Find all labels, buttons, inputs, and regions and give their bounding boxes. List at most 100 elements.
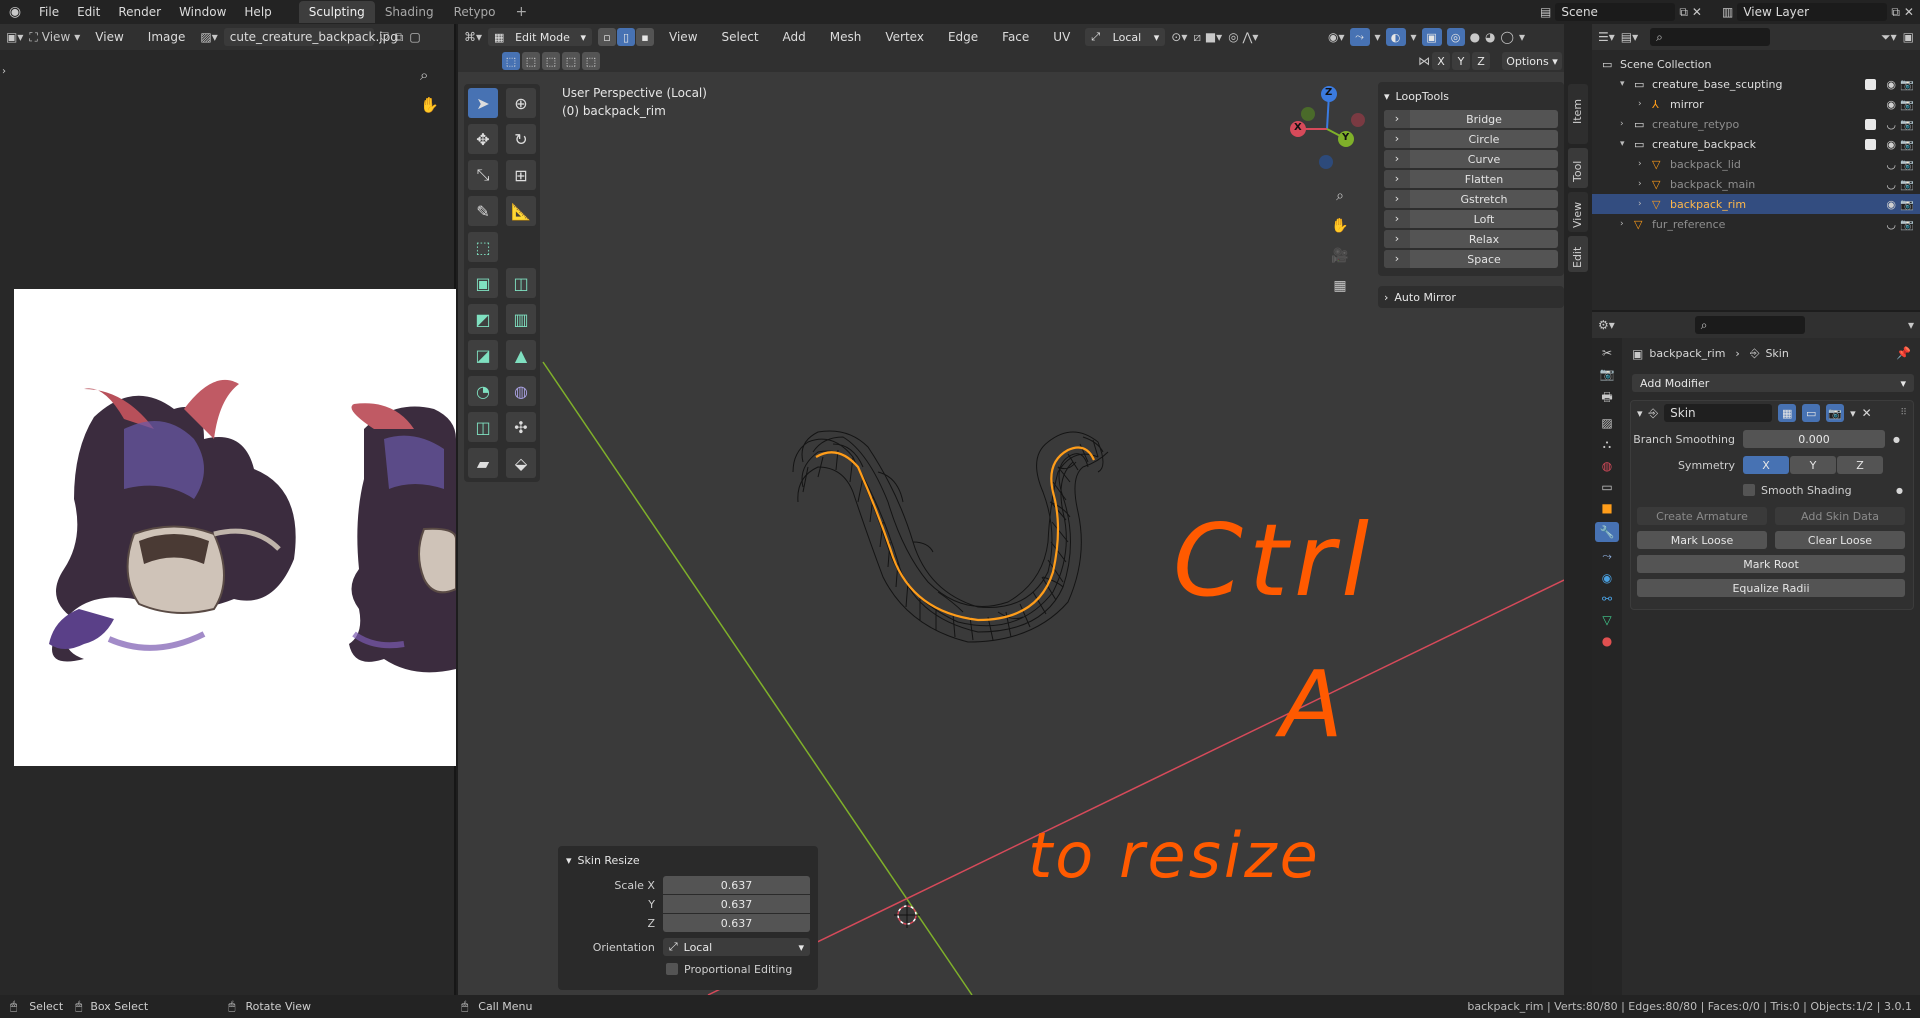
outliner-search-input[interactable]: ⌕ — [1650, 28, 1771, 46]
render-tab-icon[interactable]: 📷 — [1600, 367, 1615, 381]
pivot-point-icon[interactable]: ⊙▾ — [1171, 30, 1187, 44]
clear-loose-button[interactable]: Clear Loose — [1775, 531, 1905, 549]
skin-resize-header[interactable]: ▾ Skin Resize — [566, 852, 810, 868]
pin-icon[interactable]: 📌 — [1896, 346, 1911, 360]
world-tab-icon[interactable]: ◍ — [1602, 459, 1612, 473]
close-view-layer-icon[interactable]: ✕ — [1904, 5, 1914, 19]
view-layer-field[interactable]: View Layer — [1737, 3, 1888, 21]
select-extend-icon[interactable]: ⬚ — [522, 52, 540, 70]
hidden-eye-icon[interactable]: ◡ — [1886, 178, 1896, 191]
data-tab-icon[interactable]: ▽ — [1602, 613, 1611, 627]
edge-select-icon[interactable]: ▯ — [617, 28, 636, 46]
scale-z-field[interactable]: 0.637 — [662, 914, 810, 932]
measure-tool-icon[interactable]: 📐 — [506, 196, 536, 226]
looptools-loft[interactable]: › Loft — [1384, 210, 1558, 228]
inset-tool-icon[interactable]: ◫ — [506, 268, 536, 298]
outliner-item-creature-backpack[interactable]: ▾ ▭ creature_backpack ◉ 📷 — [1592, 134, 1920, 154]
fake-user-shield-icon[interactable]: ⛉ — [380, 30, 389, 45]
tab-retypo[interactable]: Retypo — [444, 1, 506, 23]
orientation-dropdown[interactable]: ⤢ Local ▾ — [662, 938, 810, 956]
display-mode-icon[interactable]: ▤▾ — [1621, 30, 1638, 44]
camera-icon[interactable]: 📷 — [1900, 118, 1914, 131]
edge-slide-tool-icon[interactable]: ◫ — [468, 412, 498, 442]
menu-edit[interactable]: Edit — [68, 5, 109, 19]
extrude-tool-icon[interactable]: ▣ — [468, 268, 498, 298]
visibility-icon[interactable]: ◉▾ — [1328, 30, 1345, 44]
collapse-arrow-icon[interactable]: › — [2, 66, 6, 77]
mark-loose-button[interactable]: Mark Loose — [1637, 531, 1767, 549]
new-image-icon[interactable]: ▢ — [409, 30, 420, 44]
knife-tool-icon[interactable]: ◪ — [468, 340, 498, 370]
outliner-item-backpack-lid[interactable]: › ▽ backpack_lid ◡ 📷 — [1592, 154, 1920, 174]
equalize-radii-button[interactable]: Equalize Radii — [1637, 579, 1905, 597]
mirror-y-button[interactable]: Y — [1452, 52, 1470, 70]
view-layer-tab-icon[interactable]: ▨ — [1601, 416, 1612, 430]
select-invert-icon[interactable]: ⬚ — [562, 52, 580, 70]
filter-icon[interactable]: ⏷▾ — [1881, 30, 1897, 45]
image-name-field[interactable]: cute_creature_backpack.jpg — [223, 28, 398, 46]
mirror-z-button[interactable]: Z — [1472, 52, 1490, 70]
zoom-view-icon[interactable]: ⌕ — [1328, 184, 1352, 208]
hidden-eye-icon[interactable]: ◡ — [1886, 158, 1896, 171]
close-scene-icon[interactable]: ✕ — [1692, 5, 1702, 19]
add-workspace-button[interactable]: + — [506, 0, 538, 24]
eye-icon[interactable]: ◉ — [1886, 198, 1896, 211]
eye-icon[interactable]: ◉ — [1886, 78, 1896, 91]
scale-y-field[interactable]: 0.637 — [662, 895, 810, 913]
image-menu-view[interactable]: View — [86, 30, 132, 44]
exclude-checkbox[interactable] — [1865, 138, 1876, 150]
tab-sculpting[interactable]: Sculpting — [298, 1, 375, 23]
transform-orientation-dropdown[interactable]: ⤢ Local ▾ — [1085, 28, 1166, 46]
collection-tab-icon[interactable]: ▭ — [1601, 480, 1612, 494]
scene-tab-icon[interactable]: ⛬ — [1603, 437, 1611, 452]
hidden-eye-icon[interactable]: ◡ — [1886, 218, 1896, 231]
mode-dropdown[interactable]: ▦ Edit Mode ▾ — [488, 28, 593, 46]
menu-help[interactable]: Help — [235, 5, 280, 19]
vp-menu-edge[interactable]: Edge — [939, 30, 987, 44]
disclosure-triangle-icon[interactable]: › — [1638, 99, 1652, 109]
image-menu-image[interactable]: Image — [139, 30, 195, 44]
constraints-tab-icon[interactable]: ⚯ — [1602, 592, 1612, 606]
view-layer-icon[interactable]: ▥ — [1722, 5, 1733, 19]
spin-tool-icon[interactable]: ◔ — [468, 376, 498, 406]
copy-scene-icon[interactable]: ⧉ — [1679, 5, 1688, 20]
select-intersect-icon[interactable]: ⬚ — [582, 52, 600, 70]
vp-menu-vertex[interactable]: Vertex — [876, 30, 933, 44]
overlay-toggle-icon[interactable]: ◐ — [1385, 28, 1406, 46]
blender-logo-icon[interactable]: ◉ — [0, 4, 30, 20]
disclosure-triangle-icon[interactable]: › — [1620, 119, 1634, 129]
mark-root-button[interactable]: Mark Root — [1637, 555, 1905, 573]
exclude-checkbox[interactable] — [1865, 118, 1876, 130]
select-subtract-icon[interactable]: ⬚ — [542, 52, 560, 70]
outliner-item-creature-retypo[interactable]: › ▭ creature_retypo ◡ 📷 — [1592, 114, 1920, 134]
outliner-item-backpack-main[interactable]: › ▽ backpack_main ◡ 📷 — [1592, 174, 1920, 194]
gizmo-toggle-icon[interactable]: ⤳ — [1349, 28, 1370, 46]
smooth-tool-icon[interactable]: ◍ — [506, 376, 536, 406]
camera-view-icon[interactable]: 🎥 — [1328, 244, 1352, 268]
camera-icon[interactable]: 📷 — [1900, 98, 1914, 111]
disclosure-triangle-icon[interactable]: ▾ — [1620, 79, 1634, 89]
looptools-circle[interactable]: › Circle — [1384, 130, 1558, 148]
shading-dropdown-icon[interactable]: ▾ — [1519, 30, 1525, 44]
transform-tool-icon[interactable]: ⊞ — [506, 160, 536, 190]
options-dropdown[interactable]: Options ▾ — [1502, 52, 1562, 70]
wireframe-shading-icon[interactable]: ◎ — [1446, 28, 1465, 46]
outliner-item-Scene Collection[interactable]: ▭ Scene Collection — [1592, 54, 1920, 74]
tab-shading[interactable]: Shading — [375, 1, 444, 23]
select-new-icon[interactable]: ⬚ — [502, 52, 520, 70]
symmetry-z-button[interactable]: Z — [1837, 456, 1883, 474]
proportional-edit-icon[interactable]: ◎ ⋀▾ — [1228, 30, 1258, 44]
ortho-grid-icon[interactable]: ▦ — [1328, 274, 1352, 298]
rendered-shading-icon[interactable]: ◯ — [1501, 30, 1514, 44]
vp-menu-add[interactable]: Add — [774, 30, 815, 44]
tab-view[interactable]: View — [1568, 192, 1588, 232]
eye-icon[interactable]: ◉ — [1886, 98, 1896, 111]
symmetry-x-button[interactable]: X — [1743, 456, 1789, 474]
mirror-x-button[interactable]: X — [1432, 52, 1450, 70]
material-shading-icon[interactable]: ◕ — [1485, 30, 1495, 44]
menu-file[interactable]: File — [30, 5, 68, 19]
pan-view-icon[interactable]: ✋ — [1328, 214, 1352, 238]
duplicate-image-icon[interactable]: ⧉ — [395, 30, 404, 45]
menu-window[interactable]: Window — [170, 5, 235, 19]
add-cube-tool-icon[interactable]: ⬚ — [468, 232, 498, 262]
